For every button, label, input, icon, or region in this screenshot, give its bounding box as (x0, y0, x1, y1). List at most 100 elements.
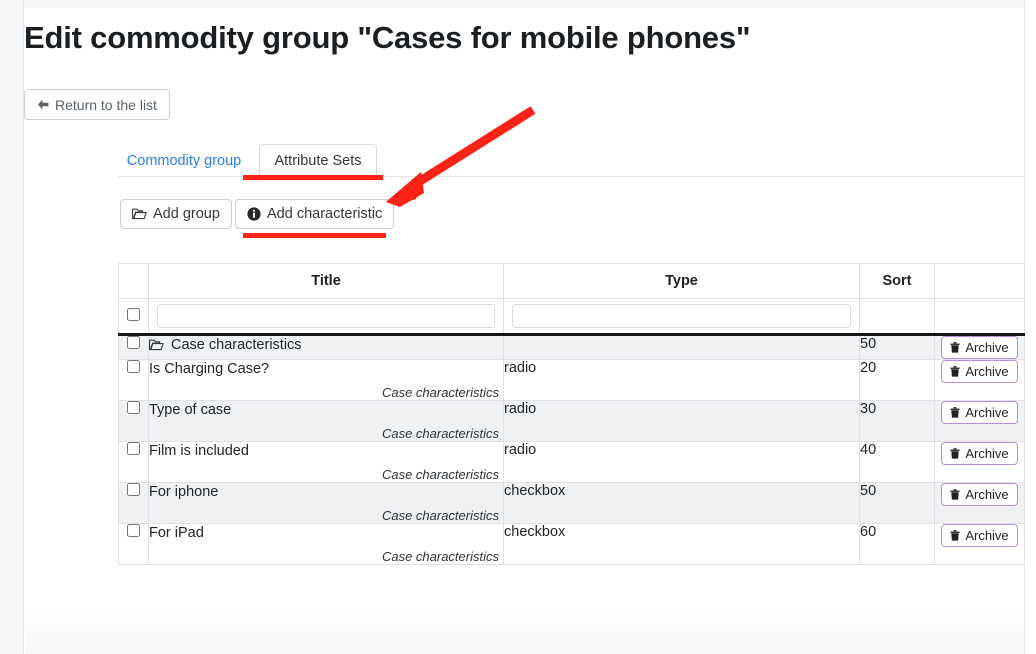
row-select-cell (118, 482, 149, 524)
column-header-sort: Sort (859, 263, 935, 299)
archive-label: Archive (965, 340, 1009, 355)
page-right-gutter (1024, 0, 1036, 654)
row-title-text: For iPad (149, 525, 204, 541)
row-group-label: Case characteristics (381, 385, 499, 400)
table-row[interactable]: For iPad Case characteristics checkbox 6… (118, 523, 1025, 565)
row-actions-cell: Archive (934, 334, 1025, 360)
table-row[interactable]: For iphone Case characteristics checkbox… (118, 482, 1025, 524)
row-type-cell: checkbox (503, 482, 860, 524)
row-checkbox[interactable] (127, 401, 140, 414)
row-type-cell: radio (503, 441, 860, 483)
table-row[interactable]: Case characteristics 50 Archive (118, 334, 1025, 360)
folder-open-icon (132, 208, 147, 220)
archive-button[interactable]: Archive (941, 401, 1018, 424)
row-sort-cell: 30 (859, 400, 935, 442)
add-characteristic-label: Add characteristic (267, 206, 383, 222)
row-title-text: Film is included (149, 443, 249, 459)
trash-icon (950, 530, 960, 541)
table-row[interactable]: Film is included Case characteristics ra… (118, 441, 1025, 483)
row-title-cell: Case characteristics (148, 334, 504, 360)
row-sort-cell: 60 (859, 523, 935, 565)
row-title-text: For iphone (149, 484, 219, 500)
row-sort-cell: 50 (859, 334, 935, 360)
filter-title-cell (148, 298, 504, 336)
column-header-actions (934, 263, 1025, 299)
row-checkbox[interactable] (127, 442, 140, 455)
row-group-label: Case characteristics (381, 426, 499, 441)
row-select-cell (118, 359, 149, 401)
page-left-gutter (0, 0, 24, 654)
add-group-label: Add group (153, 206, 220, 222)
trash-icon (950, 489, 960, 500)
archive-label: Archive (965, 487, 1009, 502)
row-title: For iphone (149, 483, 503, 501)
row-sort-cell: 20 (859, 359, 935, 401)
folder-open-icon (149, 339, 164, 351)
row-group-label: Case characteristics (381, 549, 499, 564)
archive-button[interactable]: Archive (941, 360, 1018, 383)
select-all-checkbox[interactable] (127, 308, 140, 321)
archive-button[interactable]: Archive (941, 336, 1018, 359)
row-group-label: Case characteristics (381, 467, 499, 482)
row-actions-cell: Archive (934, 482, 1025, 524)
tab-commodity-group[interactable]: Commodity group (118, 144, 250, 177)
table-row[interactable]: Is Charging Case? Case characteristics r… (118, 359, 1025, 401)
filter-title-input[interactable] (157, 304, 495, 328)
add-group-button[interactable]: Add group (120, 199, 232, 229)
table-row[interactable]: Type of case Case characteristics radio … (118, 400, 1025, 442)
row-title: Film is included (149, 442, 503, 460)
trash-icon (950, 366, 960, 377)
tab-attribute-sets-label: Attribute Sets (274, 152, 362, 169)
archive-button[interactable]: Archive (941, 483, 1018, 506)
trash-icon (950, 342, 960, 353)
row-title-cell: For iPad Case characteristics (148, 523, 504, 565)
attribute-sets-table: Title Type Sort Case characteristics 50 … (118, 263, 1025, 565)
row-actions-cell: Archive (934, 359, 1025, 401)
table-head: Title Type Sort (118, 263, 1025, 299)
row-title: For iPad (149, 524, 503, 542)
tab-commodity-group-label: Commodity group (126, 152, 242, 169)
row-select-cell (118, 441, 149, 483)
trash-icon (950, 448, 960, 459)
return-to-list-label: Return to the list (55, 96, 157, 113)
row-select-cell (118, 334, 149, 360)
row-title-cell: Type of case Case characteristics (148, 400, 504, 442)
row-checkbox[interactable] (127, 483, 140, 496)
row-sort-cell: 50 (859, 482, 935, 524)
row-type-cell (503, 334, 860, 360)
row-select-cell (118, 523, 149, 565)
page-root: Edit commodity group "Cases for mobile p… (0, 0, 1036, 654)
info-circle-icon (247, 207, 261, 221)
row-title-cell: Film is included Case characteristics (148, 441, 504, 483)
row-checkbox[interactable] (127, 360, 140, 373)
row-checkbox[interactable] (127, 524, 140, 537)
filter-sort-cell (859, 298, 935, 336)
column-header-type: Type (503, 263, 860, 299)
arrow-left-icon (37, 99, 49, 110)
archive-label: Archive (965, 364, 1009, 379)
column-header-select (118, 263, 149, 299)
row-title: Is Charging Case? (149, 360, 503, 378)
filter-type-input[interactable] (512, 304, 851, 328)
row-actions-cell: Archive (934, 523, 1025, 565)
window-top-strip (0, 0, 1036, 8)
add-characteristic-button[interactable]: Add characteristic (235, 199, 395, 229)
archive-label: Archive (965, 405, 1009, 420)
return-to-list-button[interactable]: Return to the list (24, 89, 170, 120)
archive-button[interactable]: Archive (941, 524, 1018, 547)
trash-icon (950, 407, 960, 418)
row-select-cell (118, 400, 149, 442)
filter-actions-cell (934, 298, 1025, 336)
archive-button[interactable]: Archive (941, 442, 1018, 465)
filter-select-all-cell (118, 298, 149, 336)
row-title: Type of case (149, 401, 503, 419)
tab-attribute-sets[interactable]: Attribute Sets (259, 144, 377, 177)
row-title-cell: For iphone Case characteristics (148, 482, 504, 524)
column-header-title: Title (148, 263, 504, 299)
row-type-cell: radio (503, 400, 860, 442)
row-title-cell: Is Charging Case? Case characteristics (148, 359, 504, 401)
row-group-label: Case characteristics (381, 508, 499, 523)
tab-bar: Commodity group Attribute Sets (118, 144, 1024, 177)
row-type-cell: radio (503, 359, 860, 401)
row-checkbox[interactable] (127, 336, 140, 349)
